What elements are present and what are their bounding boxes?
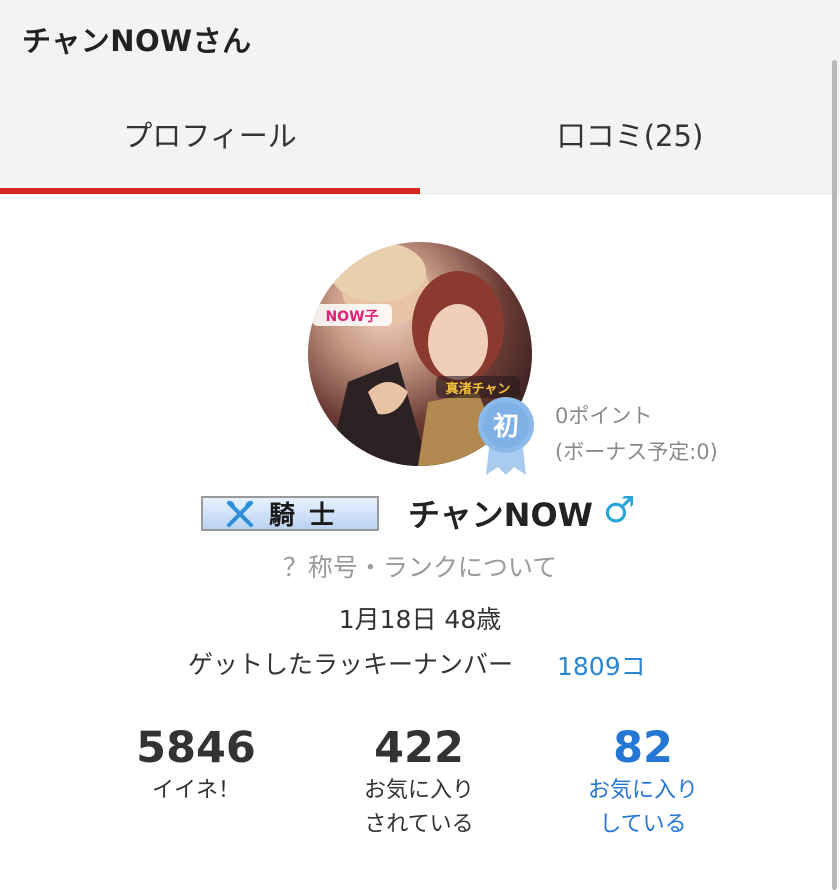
lucky-number-value[interactable]: 1809コ — [557, 647, 646, 683]
crossed-axes-icon — [227, 500, 253, 527]
tab-profile[interactable]: プロフィール — [0, 100, 420, 195]
avatar-caption-1: NOW子 — [325, 309, 378, 325]
stat-likes: 5846 イイネ！ — [76, 722, 316, 808]
tab-reviews[interactable]: 口コミ(25) — [420, 100, 840, 195]
tab-profile-label: プロフィール — [123, 119, 297, 153]
birthday-age: 1月18日 48歳 — [338, 605, 502, 634]
page-title: チャンNOWさん — [22, 24, 252, 58]
stat-favorited-by: 422 お気に入り されている — [299, 722, 539, 842]
stat-favoriting[interactable]: 82 お気に入り している — [523, 722, 763, 842]
rank-info-link[interactable]: ？称号・ランクについて — [0, 548, 840, 584]
stat-likes-label: イイネ！ — [151, 778, 240, 803]
stat-favoriting-label-1: お気に入り — [587, 778, 698, 803]
stat-favorited-by-value: 422 — [374, 723, 464, 773]
rank-name: 騎士 — [269, 501, 350, 531]
lucky-number-label: ゲットしたラッキーナンバー — [188, 650, 514, 679]
stat-favorited-by-label-1: お気に入り — [363, 778, 474, 803]
stat-favoriting-value: 82 — [613, 723, 673, 773]
points-value: 0ポイント — [555, 404, 653, 428]
rank-info-link-text: ？称号・ランクについて — [282, 553, 558, 582]
badge-label: 初 — [493, 412, 519, 442]
stat-favoriting-label-2: している — [599, 812, 687, 837]
tab-reviews-label: 口コミ(25) — [556, 119, 704, 153]
points-info: 0ポイント (ボーナス予定:0) — [555, 398, 718, 470]
bonus-value: (ボーナス予定:0) — [555, 440, 718, 464]
scrollbar[interactable] — [832, 60, 837, 890]
active-tab-indicator — [0, 188, 420, 194]
username: チャンNOW — [408, 496, 593, 534]
beginner-badge: 初 — [474, 395, 538, 475]
stat-likes-value: 5846 — [136, 723, 256, 773]
rank-plate: 騎士 — [201, 496, 379, 531]
header-bar: チャンNOWさん プロフィール 口コミ(25) — [0, 0, 840, 195]
gender-male-icon: ♂ — [603, 490, 636, 531]
stat-favorited-by-label-2: されている — [364, 812, 474, 837]
